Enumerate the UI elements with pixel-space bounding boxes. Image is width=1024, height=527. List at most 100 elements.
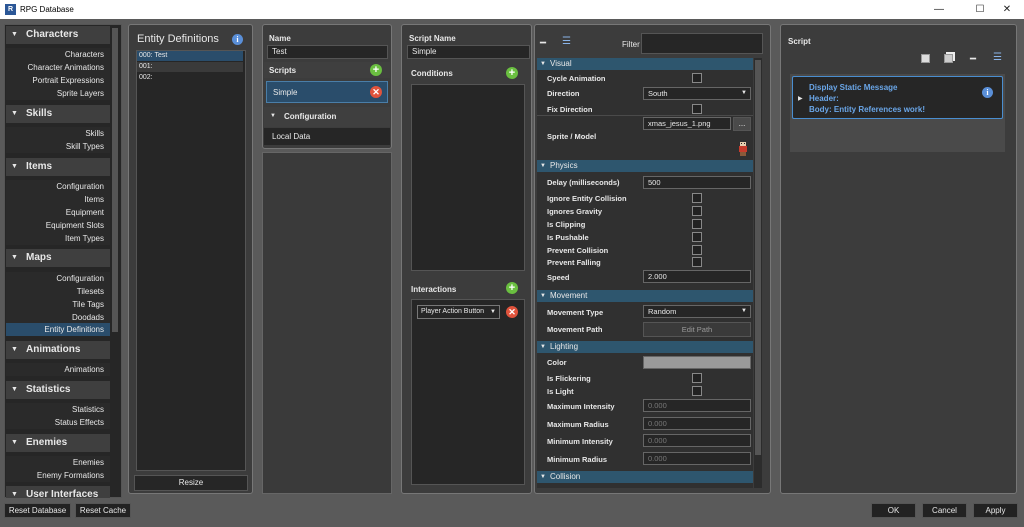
color-swatch[interactable] — [643, 356, 751, 369]
sidebar-item-enemy-formations[interactable]: Enemy Formations — [6, 469, 110, 482]
close-button[interactable]: ✕ — [990, 0, 1024, 19]
category-collision[interactable]: ▼ Collision — [537, 471, 753, 483]
sidebar-scrollbar[interactable] — [112, 28, 118, 332]
sidebar-item-sprite-layers[interactable]: Sprite Layers — [6, 87, 110, 100]
section-skills[interactable]: ▼ Skills — [6, 105, 110, 123]
delay-field[interactable]: 500 — [643, 176, 751, 189]
info-icon[interactable]: i — [232, 34, 243, 45]
list-item[interactable]: 001: — [137, 62, 243, 72]
interactions-list[interactable] — [411, 299, 525, 485]
sidebar-item-status-effects[interactable]: Status Effects — [6, 416, 110, 429]
collapse-all-icon[interactable]: ━ — [970, 54, 976, 65]
entity-list[interactable] — [136, 50, 246, 471]
category-physics[interactable]: ▼ Physics — [537, 160, 753, 172]
min-intensity-field[interactable]: 0.000 — [643, 434, 751, 447]
direction-select[interactable]: South ▼ — [643, 87, 751, 100]
sidebar-item-tile-tags[interactable]: Tile Tags — [6, 298, 110, 311]
list-item[interactable]: 002: — [137, 73, 243, 83]
copy-icon[interactable] — [921, 54, 930, 63]
expand-all-icon[interactable]: ☰ — [562, 36, 571, 47]
sidebar-item-enemies[interactable]: Enemies — [6, 456, 110, 469]
is-flickering-checkbox[interactable] — [692, 373, 702, 383]
section-enemies[interactable]: ▼ Enemies — [6, 434, 110, 452]
add-condition-icon[interactable]: + — [506, 67, 518, 79]
scrollbar-thumb[interactable] — [755, 60, 761, 455]
movement-type-select[interactable]: Random ▼ — [643, 305, 751, 318]
is-pushable-checkbox[interactable] — [692, 232, 702, 242]
sidebar-item-equipment[interactable]: Equipment — [6, 206, 110, 219]
resize-button[interactable]: Resize — [134, 475, 248, 491]
add-script-icon[interactable]: + — [370, 64, 382, 76]
section-animations[interactable]: ▼ Animations — [6, 341, 110, 359]
reset-cache-button[interactable]: Reset Cache — [75, 503, 131, 518]
is-light-checkbox[interactable] — [692, 386, 702, 396]
is-clipping-checkbox[interactable] — [692, 219, 702, 229]
expand-all-icon[interactable]: ☰ — [993, 52, 1002, 63]
ignores-gravity-checkbox[interactable] — [692, 206, 702, 216]
sidebar-item-items-configuration[interactable]: Configuration — [6, 180, 110, 193]
sidebar-item-animations[interactable]: Animations — [6, 363, 110, 376]
configuration-label: Configuration — [284, 112, 337, 121]
category-movement[interactable]: ▼ Movement — [537, 290, 753, 302]
list-item[interactable]: 000: Test — [137, 51, 243, 61]
is-light-label: Is Light — [547, 387, 574, 396]
sidebar-item-items[interactable]: Items — [6, 193, 110, 206]
filter-input[interactable] — [641, 33, 763, 54]
category-lighting[interactable]: ▼ Lighting — [537, 341, 753, 353]
section-maps[interactable]: ▼ Maps — [6, 249, 110, 267]
prevent-collision-checkbox[interactable] — [692, 245, 702, 255]
command-header: Header: — [809, 94, 839, 103]
section-statistics[interactable]: ▼ Statistics — [6, 381, 110, 399]
sidebar-item-entity-definitions[interactable]: Entity Definitions — [6, 323, 110, 336]
browse-button[interactable]: ... — [733, 117, 751, 131]
add-interaction-icon[interactable]: + — [506, 282, 518, 294]
sidebar-item-tilesets[interactable]: Tilesets — [6, 285, 110, 298]
section-characters[interactable]: ▼ Characters — [6, 26, 110, 44]
name-field[interactable]: Test — [267, 45, 388, 59]
script-name-field[interactable]: Simple — [407, 45, 530, 59]
sidebar-item-equipment-slots[interactable]: Equipment Slots — [6, 219, 110, 232]
cancel-button[interactable]: Cancel — [922, 503, 967, 518]
sidebar-item-skills[interactable]: Skills — [6, 127, 110, 140]
remove-script-icon[interactable]: ✕ — [370, 86, 382, 98]
ignore-entity-collision-checkbox[interactable] — [692, 193, 702, 203]
cycle-animation-checkbox[interactable] — [692, 73, 702, 83]
prevent-falling-checkbox[interactable] — [692, 257, 702, 267]
category-visual[interactable]: ▼ Visual — [537, 58, 753, 70]
edit-path-button[interactable]: Edit Path — [643, 322, 751, 337]
remove-interaction-icon[interactable]: ✕ — [506, 306, 518, 318]
sidebar-item-characters[interactable]: Characters — [6, 48, 110, 61]
chevron-down-icon: ▼ — [490, 309, 496, 315]
sidebar-item-portrait-expressions[interactable]: Portrait Expressions — [6, 74, 110, 87]
interaction-select[interactable]: Player Action Button ▼ — [417, 305, 500, 319]
expand-icon[interactable]: ▶ — [798, 95, 803, 102]
sidebar-item-skill-types[interactable]: Skill Types — [6, 140, 110, 153]
sprite-model-label: Sprite / Model — [547, 132, 597, 141]
sidebar-item-item-types[interactable]: Item Types — [6, 232, 110, 245]
info-icon[interactable]: i — [982, 87, 993, 98]
max-radius-field[interactable]: 0.000 — [643, 417, 751, 430]
sprite-model-field[interactable]: xmas_jesus_1.png — [643, 117, 731, 130]
section-items[interactable]: ▼ Items — [6, 158, 110, 176]
max-intensity-field[interactable]: 0.000 — [643, 399, 751, 412]
sidebar-item-statistics[interactable]: Statistics — [6, 403, 110, 416]
sidebar-item-character-animations[interactable]: Character Animations — [6, 61, 110, 74]
script-name-label: Script Name — [409, 34, 456, 43]
reset-database-button[interactable]: Reset Database — [4, 503, 71, 518]
min-radius-field[interactable]: 0.000 — [643, 452, 751, 465]
conditions-list[interactable] — [411, 84, 525, 271]
window-title: RPG Database — [20, 5, 74, 14]
ok-button[interactable]: OK — [871, 503, 916, 518]
apply-button[interactable]: Apply — [973, 503, 1018, 518]
sidebar-item-maps-configuration[interactable]: Configuration — [6, 272, 110, 285]
ignore-entity-collision-label: Ignore Entity Collision — [547, 194, 627, 203]
speed-field[interactable]: 2.000 — [643, 270, 751, 283]
section-user-interfaces[interactable]: ▼ User Interfaces — [6, 486, 110, 498]
fix-direction-checkbox[interactable] — [692, 104, 702, 114]
prevent-falling-label: Prevent Falling — [547, 258, 601, 267]
collapse-all-icon[interactable]: ━ — [540, 38, 546, 49]
paste-icon[interactable] — [944, 54, 953, 63]
divider — [537, 115, 753, 116]
local-data-label: Local Data — [272, 132, 311, 141]
minimize-button[interactable]: — — [922, 0, 956, 19]
